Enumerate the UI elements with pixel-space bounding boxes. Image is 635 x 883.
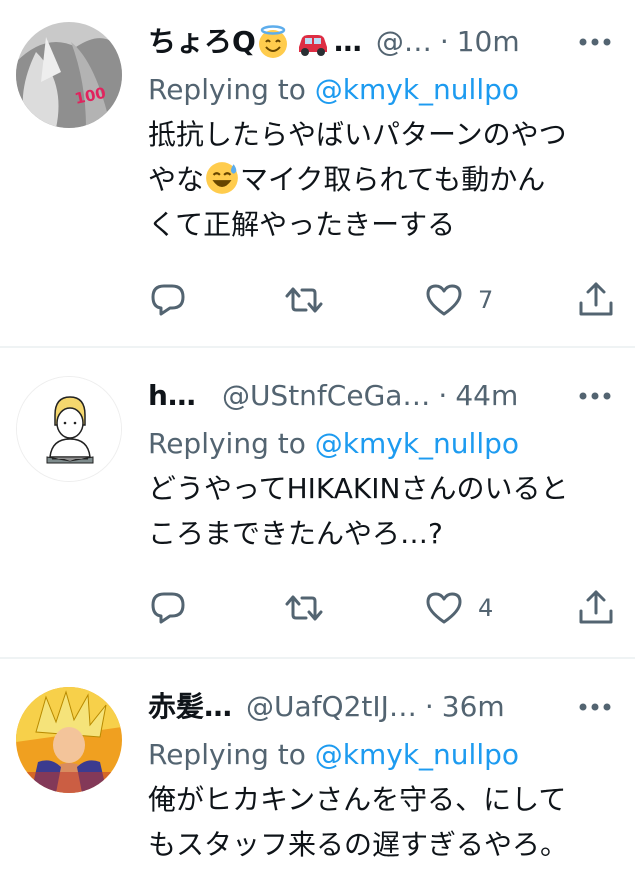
tweet-1[interactable]: 100 ちょろQ … @… · 10m Replying to @kmyk_nu… [0, 0, 635, 345]
tweet-text-fragment: やな [148, 163, 205, 196]
more-icon[interactable] [575, 380, 615, 412]
like-count: 7 [478, 286, 494, 314]
user-handle[interactable]: @UafQ2tIJ… [246, 687, 417, 727]
tweet-2[interactable]: h… @UStnfCeGa… · 44m Replying to @kmyk_n… [0, 348, 635, 658]
tweet-text: 抵抗したらやばいパターンのやつ やな マイク取られても動かん くて正解やったきー… [148, 112, 619, 247]
user-handle[interactable]: @UStnfCeGa… [222, 376, 430, 416]
like-button[interactable]: 7 [424, 278, 493, 322]
timestamp[interactable]: 10m [457, 22, 520, 62]
reply-button[interactable] [148, 586, 188, 630]
replying-to-label: Replying to [148, 427, 315, 460]
mention-link[interactable]: @kmyk_nullpo [315, 427, 519, 460]
timestamp[interactable]: 36m [442, 687, 505, 727]
replying-to: Replying to @kmyk_nullpo [148, 70, 519, 110]
avatar[interactable] [16, 687, 122, 793]
display-name[interactable]: h… [148, 376, 196, 416]
reply-button[interactable] [148, 278, 188, 322]
retweet-button[interactable] [284, 278, 324, 322]
tweet-text-line: どうやってHIKAKINさんのいると [148, 472, 569, 505]
user-handle[interactable]: @… [376, 22, 432, 62]
tweet-actions: 4 [148, 586, 619, 630]
tweet-text: どうやってHIKAKINさんのいると ころまできたんやろ…? [148, 466, 619, 556]
separator-dot: · [439, 25, 449, 58]
reply-icon [151, 284, 185, 316]
avatar-image: 100 [16, 22, 122, 128]
share-icon [579, 282, 613, 316]
mention-link[interactable]: @kmyk_nullpo [315, 73, 519, 106]
replying-to: Replying to @kmyk_nullpo [148, 735, 519, 775]
tweet-text-line: くて正解やったきーする [148, 208, 456, 241]
share-button[interactable] [576, 586, 616, 630]
tweet-header: ちょろQ … @… · 10m [148, 22, 619, 62]
replying-to: Replying to @kmyk_nullpo [148, 424, 519, 464]
retweet-icon [285, 287, 323, 313]
like-icon [426, 284, 462, 316]
mention-link[interactable]: @kmyk_nullpo [315, 738, 519, 771]
reply-icon [151, 592, 185, 624]
smiling-halo-emoji [258, 25, 287, 58]
avatar-image [16, 687, 122, 793]
like-count: 4 [478, 594, 494, 622]
tweet-header: 赤髪… @UafQ2tIJ… · 36m [148, 687, 619, 727]
tweet-text-line: やな マイク取られても動かん [148, 157, 619, 202]
tweet-3[interactable]: 赤髪… @UafQ2tIJ… · 36m Replying to @kmyk_n… [0, 659, 635, 883]
retweet-button[interactable] [284, 586, 324, 630]
timestamp[interactable]: 44m [455, 376, 518, 416]
display-name[interactable]: 赤髪… [148, 687, 232, 727]
sweat-smile-emoji [206, 162, 238, 194]
tweet-text-line: 俺がヒカキンさんを守る、にして [148, 783, 567, 816]
avatar-image [17, 377, 121, 481]
avatar[interactable] [16, 376, 122, 482]
tweet-actions: 7 [148, 278, 619, 322]
separator-dot: · [438, 379, 448, 412]
tweet-text-line: 抵抗したらやばいパターンのやつ [148, 118, 567, 151]
tweet-text-line: もスタッフ来るの遅すぎるやろ。 [148, 828, 569, 861]
retweet-icon [285, 595, 323, 621]
display-name-truncation: … [333, 25, 362, 58]
share-button[interactable] [576, 278, 616, 322]
tweet-text-fragment: マイク取られても動かん [240, 163, 546, 196]
replying-to-label: Replying to [148, 73, 315, 106]
more-icon[interactable] [575, 26, 615, 58]
display-name[interactable]: ちょろQ [148, 22, 256, 62]
share-icon [579, 590, 613, 624]
replying-to-label: Replying to [148, 738, 315, 771]
tweet-header: h… @UStnfCeGa… · 44m [148, 376, 619, 416]
tweet-text: 俺がヒカキンさんを守る、にして もスタッフ来るの遅すぎるやろ。 [148, 777, 619, 867]
more-icon[interactable] [575, 691, 615, 723]
car-emoji [298, 35, 327, 56]
tweet-text-line: ころまできたんやろ…? [148, 517, 443, 550]
like-button[interactable]: 4 [424, 586, 493, 630]
like-icon [426, 592, 462, 624]
avatar[interactable]: 100 [16, 22, 122, 128]
separator-dot: · [424, 690, 434, 723]
